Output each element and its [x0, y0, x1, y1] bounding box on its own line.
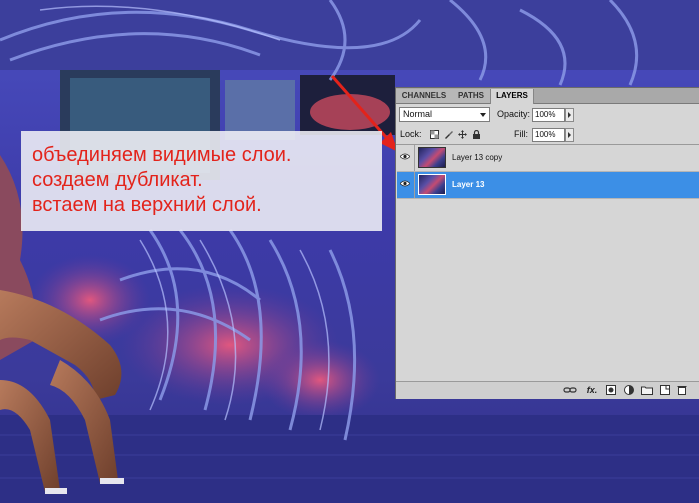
layer-row-layer-13[interactable]: Layer 13	[397, 172, 699, 199]
opacity-input[interactable]: 100%	[532, 108, 565, 122]
eye-icon	[400, 180, 410, 187]
lock-position-move-icon[interactable]	[458, 130, 467, 139]
fill-input[interactable]: 100%	[532, 128, 565, 142]
trash-icon[interactable]	[677, 385, 687, 395]
fx-icon[interactable]: fx.	[585, 385, 599, 395]
adjustment-icon[interactable]	[624, 385, 634, 395]
new-layer-icon[interactable]	[660, 385, 670, 395]
annotation-callout: объединяем видимые слои. создаем дублика…	[21, 131, 382, 231]
lock-fill-row: Lock: Fill: 100%	[399, 127, 696, 143]
panel-tab-bar: CHANNELS PATHS LAYERS	[396, 88, 699, 104]
blend-mode-value: Normal	[403, 109, 433, 119]
tab-layers[interactable]: LAYERS	[490, 89, 534, 104]
layer-name: Layer 13	[452, 180, 485, 189]
layer-thumbnail	[418, 147, 446, 168]
blend-opacity-row: Normal Opacity: 100%	[399, 106, 696, 124]
tab-paths[interactable]: PATHS	[452, 89, 491, 103]
opacity-slider-arrow-icon[interactable]	[565, 108, 574, 122]
eye-icon	[400, 153, 410, 160]
annotation-line-1: объединяем видимые слои.	[32, 144, 292, 166]
layers-panel: CHANNELS PATHS LAYERS Normal Opacity: 10…	[395, 87, 699, 399]
layers-panel-footer: fx.	[396, 381, 699, 399]
layer-thumbnail	[418, 174, 446, 195]
opacity-label: Opacity:	[497, 109, 531, 119]
tab-channels[interactable]: CHANNELS	[396, 89, 453, 103]
fill-label: Fill:	[514, 129, 528, 139]
layer-row-layer-13-copy[interactable]: Layer 13 copy	[397, 145, 699, 172]
fill-slider-arrow-icon[interactable]	[565, 128, 574, 142]
layer-name: Layer 13 copy	[452, 153, 503, 162]
lock-pixels-brush-icon[interactable]	[444, 130, 453, 139]
group-icon[interactable]	[641, 385, 653, 395]
mask-icon[interactable]	[606, 385, 616, 395]
visibility-toggle[interactable]	[397, 145, 415, 171]
visibility-toggle[interactable]	[397, 172, 415, 198]
lock-transparency-icon[interactable]	[430, 130, 439, 139]
blend-mode-dropdown[interactable]: Normal	[399, 107, 490, 122]
link-icon[interactable]	[563, 385, 577, 395]
chevron-down-icon	[480, 113, 486, 117]
lock-label: Lock:	[400, 129, 422, 139]
lock-all-padlock-icon[interactable]	[472, 130, 481, 139]
annotation-line-2: создаем дубликат.	[32, 169, 203, 191]
annotation-line-3: встаем на верхний слой.	[32, 194, 262, 216]
